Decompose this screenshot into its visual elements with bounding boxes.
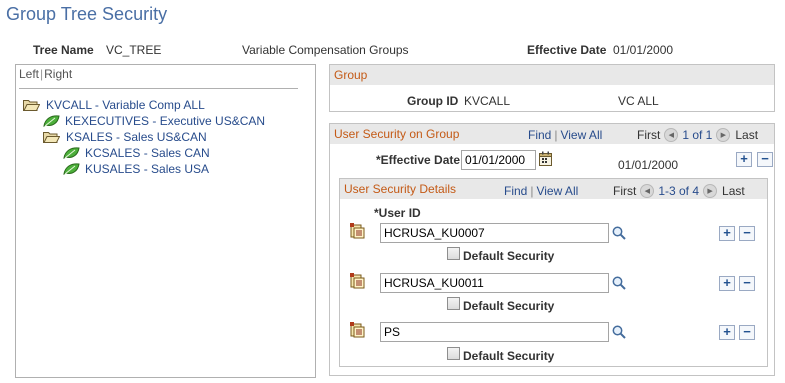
tree-node-label: KCSALES - Sales CAN xyxy=(85,146,210,160)
effective-date-input[interactable] xyxy=(461,150,536,170)
effective-date-value: 01/01/2000 xyxy=(613,43,674,57)
search-icon[interactable] xyxy=(612,276,626,293)
add-row-button[interactable]: + xyxy=(719,276,735,291)
open-folder-icon xyxy=(23,99,41,111)
group-section: Group xyxy=(329,64,775,112)
right-link[interactable]: Right xyxy=(44,67,72,81)
add-effective-row-button[interactable]: + xyxy=(736,152,752,167)
find-link[interactable]: Find xyxy=(528,128,551,142)
open-folder-icon xyxy=(43,131,61,143)
user-security-details-nav: Find | View All xyxy=(504,184,578,198)
user-id-input[interactable] xyxy=(380,322,609,342)
delete-effective-row-button[interactable]: − xyxy=(757,152,773,167)
user-security-on-group-pager: First ◀ 1 of 1 ▶ Last xyxy=(637,128,758,142)
leaf-icon xyxy=(63,147,80,159)
group-description: VC ALL xyxy=(618,94,659,108)
left-link[interactable]: Left xyxy=(19,67,39,81)
effective-date-display: 01/01/2000 xyxy=(618,158,679,172)
group-id-value: KVCALL xyxy=(464,94,511,108)
effective-date-label: Effective Date xyxy=(527,43,607,57)
tree-node-kusales[interactable]: KUSALES - Sales USA xyxy=(63,162,209,176)
default-security-label: Default Security xyxy=(463,299,555,313)
tree-node-ksales[interactable]: KSALES - Sales US&CAN xyxy=(43,130,207,144)
user-security-on-group-title: User Security on Group xyxy=(334,127,460,141)
default-security-checkbox[interactable] xyxy=(447,347,460,360)
user-id-input[interactable] xyxy=(380,273,609,293)
calendar-icon[interactable] xyxy=(539,151,552,169)
page-title: Group Tree Security xyxy=(6,4,168,24)
user-profile-icon[interactable] xyxy=(350,322,367,341)
user-profile-icon[interactable] xyxy=(350,273,367,292)
leaf-icon xyxy=(63,163,80,175)
tree-node-label: KUSALES - Sales USA xyxy=(85,162,210,176)
user-security-details-title: User Security Details xyxy=(344,182,457,196)
search-icon[interactable] xyxy=(612,325,626,342)
tree-node-kexecutives[interactable]: KEXECUTIVES - Executive US&CAN xyxy=(43,114,265,128)
previous-icon[interactable]: ◀ xyxy=(640,184,655,198)
pager-text: 1 of 1 xyxy=(682,128,713,142)
tree-description: Variable Compensation Groups xyxy=(242,43,409,57)
add-row-button[interactable]: + xyxy=(719,325,735,340)
last-label[interactable]: Last xyxy=(722,184,745,198)
tree-node-label: KSALES - Sales US&CAN xyxy=(66,130,207,144)
nav-separator: | xyxy=(530,184,534,198)
default-security-checkbox[interactable] xyxy=(447,247,460,260)
tree-name-label: Tree Name xyxy=(33,43,94,57)
add-row-button[interactable]: + xyxy=(719,226,735,241)
nav-separator: | xyxy=(554,128,558,142)
tree-node-kvcall[interactable]: KVCALL - Variable Comp ALL xyxy=(23,98,205,112)
pager-text: 1-3 of 4 xyxy=(658,184,700,198)
find-link[interactable]: Find xyxy=(504,184,527,198)
user-profile-icon[interactable] xyxy=(350,223,367,242)
search-icon[interactable] xyxy=(612,226,626,243)
default-security-label: Default Security xyxy=(463,349,555,363)
view-all-link[interactable]: View All xyxy=(560,128,602,142)
delete-row-button[interactable]: − xyxy=(739,325,755,340)
default-security-checkbox[interactable] xyxy=(447,297,460,310)
last-label[interactable]: Last xyxy=(735,128,758,142)
tree-panel-divider xyxy=(19,88,298,89)
tree-node-label: KVCALL - Variable Comp ALL xyxy=(46,98,205,112)
view-all-link[interactable]: View All xyxy=(536,184,578,198)
user-security-details-pager: First ◀ 1-3 of 4 ▶ Last xyxy=(613,184,745,198)
left-right-toggle: Left|Right xyxy=(19,67,72,81)
user-id-label: *User ID xyxy=(374,206,421,220)
group-id-label: Group ID xyxy=(407,94,459,108)
first-label[interactable]: First xyxy=(613,184,636,198)
default-security-label: Default Security xyxy=(463,249,555,263)
effective-date-field-label: *Effective Date xyxy=(376,153,461,167)
tree-node-kcsales[interactable]: KCSALES - Sales CAN xyxy=(63,146,210,160)
delete-row-button[interactable]: − xyxy=(739,226,755,241)
leaf-icon xyxy=(43,115,60,127)
next-icon[interactable]: ▶ xyxy=(703,184,718,198)
delete-row-button[interactable]: − xyxy=(739,276,755,291)
next-icon[interactable]: ▶ xyxy=(716,128,731,142)
tree-node-label: KEXECUTIVES - Executive US&CAN xyxy=(65,114,266,128)
group-section-header: Group xyxy=(330,65,774,85)
tree-name-value: VC_TREE xyxy=(106,43,162,57)
user-security-on-group-nav: Find | View All xyxy=(528,128,602,142)
first-label[interactable]: First xyxy=(637,128,660,142)
user-id-input[interactable] xyxy=(380,223,609,243)
previous-icon[interactable]: ◀ xyxy=(664,128,679,142)
